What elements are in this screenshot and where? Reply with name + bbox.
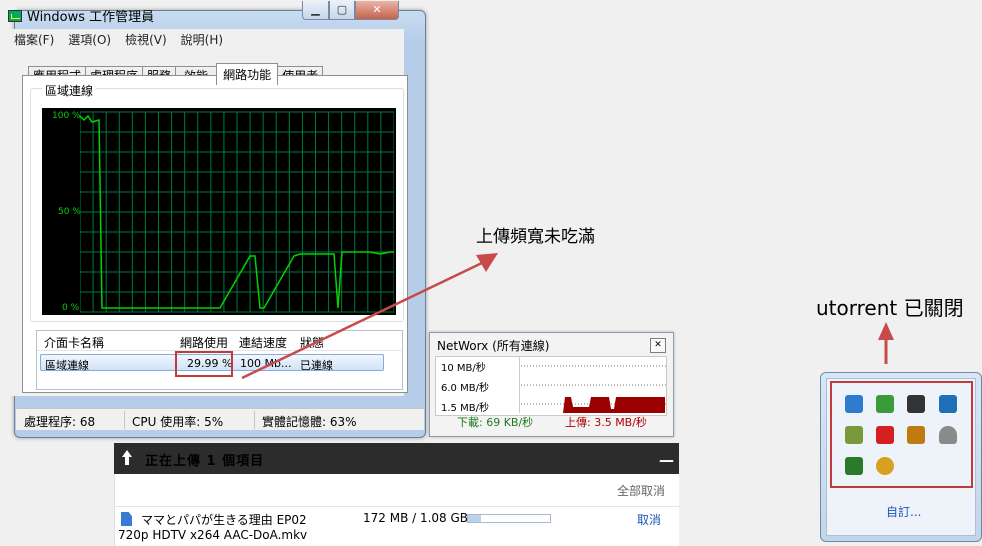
arrow-head <box>476 253 498 272</box>
networx-title: NetWorx (所有連線) <box>437 339 550 353</box>
cancel-upload-button[interactable]: 取消 <box>637 511 661 528</box>
networx-y-label: 10 MB/秒 <box>441 363 486 374</box>
networx-plot <box>519 357 666 413</box>
networx-y-label: 1.5 MB/秒 <box>441 403 489 414</box>
file-name-continued: 720p HDTV x264 AAC-DoA.mkv <box>118 528 308 542</box>
upload-arrow-icon <box>122 450 132 465</box>
networx-y-label: 6.0 MB/秒 <box>441 383 489 394</box>
tray-annotation: utorrent 已關閉 <box>816 296 964 320</box>
arrow-head <box>878 322 894 340</box>
annotation-text: 上傳頻寬未吃滿 <box>476 227 595 247</box>
upload-progress-fill <box>468 515 481 522</box>
minimize-icon[interactable]: — <box>659 451 674 469</box>
upload-panel-title: 正在上傳 1 個項目 <box>145 454 265 469</box>
tab-networking[interactable]: 網路功能 <box>216 63 279 85</box>
cancel-all-button[interactable]: 全部取消 <box>617 482 665 499</box>
upload-rate: 上傳: 3.5 MB/秒 <box>565 416 647 429</box>
divider <box>114 506 679 507</box>
upload-area <box>563 397 665 413</box>
file-size: 172 MB / 1.08 GB <box>363 511 469 525</box>
close-icon[interactable]: ✕ <box>650 338 666 353</box>
file-name: ママとパパが生きる理由 EP02 <box>141 513 307 527</box>
download-rate: 下載: 69 KB/秒 <box>457 416 534 429</box>
customize-link[interactable]: 自訂... <box>886 503 921 520</box>
highlight-box <box>830 381 973 488</box>
